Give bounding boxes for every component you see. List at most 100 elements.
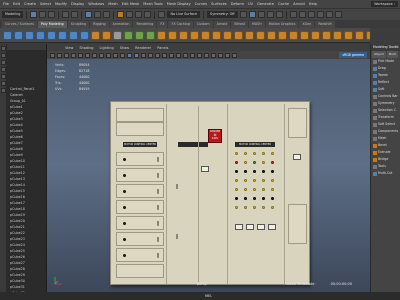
shelf-tab-sculpting[interactable]: Sculpting [67, 21, 90, 28]
shelf-tab-rigging[interactable]: Rigging [90, 21, 109, 28]
last-tool-icon[interactable] [1, 88, 6, 93]
viewport-menu-panels[interactable]: Panels [157, 46, 168, 50]
snap-surface-icon[interactable] [144, 11, 152, 18]
toolkit-item[interactable]: Reflect [371, 79, 400, 86]
viewport-menu-renderer[interactable]: Renderer [135, 46, 151, 50]
menu-windows[interactable]: Windows [88, 2, 104, 6]
boolean-intersection-icon[interactable] [179, 30, 188, 40]
toolkit-item[interactable]: Symmetry [371, 100, 400, 107]
viewport-3d[interactable]: Verts: 89054 Edges: 82718 Faces: 44000 Tris: 44… [47, 59, 370, 292]
menu-mesh-tools[interactable]: Mesh Tools [143, 2, 162, 6]
menu-arnold[interactable]: Arnold [293, 2, 305, 6]
toolkit-item[interactable]: Controls Bar [371, 93, 400, 100]
save-scene-icon[interactable] [48, 11, 56, 18]
lasso-tool-icon[interactable] [1, 53, 6, 58]
wireframe-icon[interactable] [127, 52, 132, 58]
toolkit-item[interactable]: Pick Mode [371, 58, 400, 65]
snap-grid-icon[interactable] [117, 11, 125, 18]
select-camera-icon[interactable] [50, 52, 55, 58]
boolean-difference-icon[interactable] [168, 30, 177, 40]
quad-draw-icon[interactable] [289, 30, 298, 40]
redo-icon[interactable] [71, 11, 79, 18]
menu-create[interactable]: Create [24, 2, 36, 6]
gate-mask-icon[interactable] [99, 52, 104, 58]
smooth-icon[interactable] [146, 30, 155, 40]
move-tool-icon[interactable] [1, 67, 6, 72]
bevel-icon[interactable] [212, 30, 221, 40]
smooth-shade-icon[interactable] [134, 52, 139, 58]
shelf-tab-mash[interactable]: MASH [248, 21, 265, 28]
color-space-dropdown[interactable]: sRGB gamma [339, 52, 367, 58]
open-scene-icon[interactable] [39, 11, 47, 18]
new-scene-icon[interactable] [30, 11, 38, 18]
safe-action-icon[interactable] [113, 52, 118, 58]
viewport-menu-shading[interactable]: Shading [79, 46, 93, 50]
textured-icon[interactable] [148, 52, 153, 58]
history-icon[interactable] [239, 11, 247, 18]
outliner-toggle-icon[interactable] [316, 11, 324, 18]
viewport-menu-lighting[interactable]: Lighting [100, 46, 114, 50]
toolkit-item[interactable]: Bridge [371, 156, 400, 163]
live-surface-field[interactable]: No Live Surface [167, 11, 201, 18]
symmetry-dropdown[interactable]: Symmetry: Off [207, 11, 238, 18]
ambient-occlusion-icon[interactable] [169, 52, 174, 58]
shelf-tab-xgen[interactable]: XGen [299, 21, 315, 28]
hypershade-icon[interactable] [275, 11, 283, 18]
menu-generate[interactable]: Generate [257, 2, 274, 6]
undo-icon[interactable] [62, 11, 70, 18]
snap-point-icon[interactable] [135, 11, 143, 18]
shelf-tab-bifrost[interactable]: Bifrost [231, 21, 248, 28]
resolution-gate-icon[interactable] [92, 52, 97, 58]
menu-file[interactable]: File [3, 2, 9, 6]
menu-mesh[interactable]: Mesh [108, 2, 117, 6]
toolkit-item[interactable]: Components [371, 128, 400, 135]
sign-in-icon[interactable] [289, 11, 297, 18]
shelf-tab-custom[interactable]: Custom [194, 21, 213, 28]
shelf-tab-fx-caching[interactable]: FX Caching [168, 21, 193, 28]
render-settings-icon[interactable] [266, 11, 274, 18]
image-plane-icon[interactable] [71, 52, 76, 58]
safe-title-icon[interactable] [120, 52, 125, 58]
gamma-icon[interactable] [232, 52, 237, 58]
toolkit-item[interactable]: Bevel [371, 142, 400, 149]
poly-sphere-icon[interactable] [3, 30, 12, 40]
ipr-render-icon[interactable] [257, 11, 265, 18]
command-line[interactable]: MEL [0, 292, 400, 300]
poly-type-icon[interactable] [102, 30, 111, 40]
isolate-select-icon[interactable] [197, 52, 202, 58]
menu-select[interactable]: Select [40, 2, 51, 6]
toolkit-item[interactable]: Transform [371, 114, 400, 121]
mirror-icon[interactable] [190, 30, 199, 40]
panel-layout-icon[interactable] [307, 11, 315, 18]
lights-icon[interactable] [155, 52, 160, 58]
menu-uv[interactable]: UV [248, 2, 253, 6]
wireframe-on-shaded-icon[interactable] [141, 52, 146, 58]
wedge-icon[interactable] [366, 30, 370, 40]
toolkit-item[interactable]: Mesh [371, 135, 400, 142]
menu-edit-mesh[interactable]: Edit Mesh [122, 2, 140, 6]
shelf-tab-rendering[interactable]: Rendering [133, 21, 157, 28]
insert-edge-loop-icon[interactable] [311, 30, 320, 40]
grid-icon[interactable] [78, 52, 83, 58]
super-shape-icon[interactable] [91, 30, 100, 40]
workspace-selector[interactable]: Workspace : [371, 1, 398, 7]
command-language-label[interactable]: MEL [205, 294, 212, 298]
script-icon[interactable] [298, 11, 306, 18]
film-gate-icon[interactable] [85, 52, 90, 58]
menu-help[interactable]: Help [309, 2, 317, 6]
shelf-tab-fx[interactable]: FX [157, 21, 168, 28]
anti-aliasing-icon[interactable] [183, 52, 188, 58]
merge-icon[interactable] [245, 30, 254, 40]
poly-disc-icon[interactable] [69, 30, 78, 40]
connect-icon[interactable] [300, 30, 309, 40]
control-panel-model[interactable]: MOTOR CONTROL CENTER DANGER ☠ 440V MOTOR… [110, 101, 310, 285]
offset-edge-loop-icon[interactable] [322, 30, 331, 40]
platonic-solid-icon[interactable] [80, 30, 89, 40]
exposure-icon[interactable] [225, 52, 230, 58]
extrude-icon[interactable] [234, 30, 243, 40]
select-hierarchy-icon[interactable] [85, 11, 93, 18]
shelf-tab-arnold[interactable]: Arnold [213, 21, 231, 28]
select-tool-icon[interactable] [1, 46, 6, 51]
attribute-editor-toggle-icon[interactable] [325, 11, 333, 18]
shelf-tab-redshift[interactable]: Redshift [315, 21, 335, 28]
